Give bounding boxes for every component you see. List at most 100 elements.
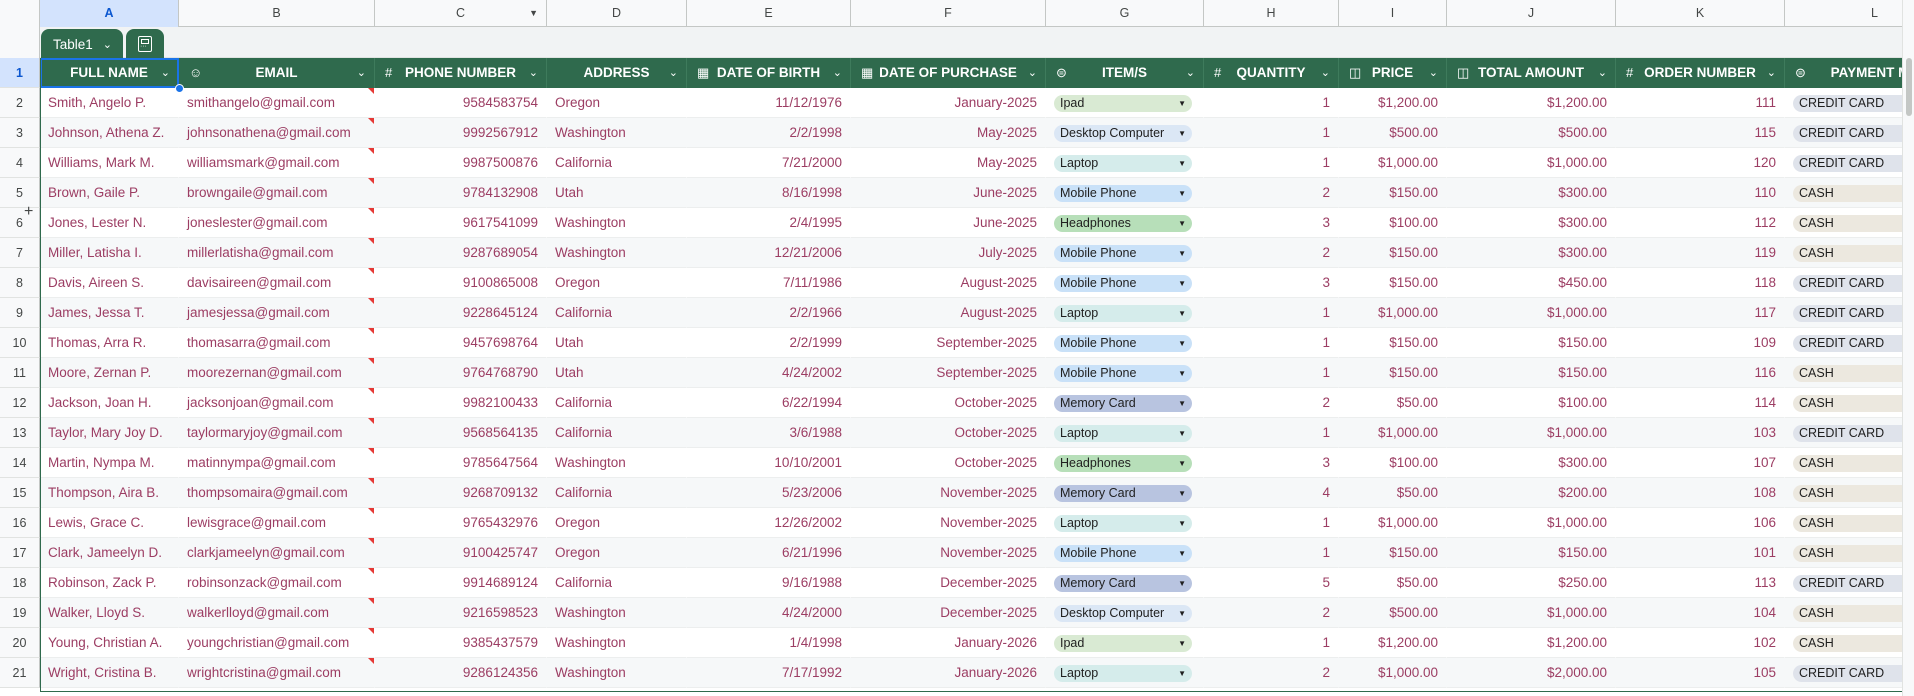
cell-dob[interactable]: 7/17/1992	[687, 658, 851, 688]
caret-down-icon[interactable]: ▼	[1178, 605, 1186, 622]
cell-dop[interactable]: November-2025	[851, 538, 1046, 568]
cell-dop[interactable]: May-2025	[851, 118, 1046, 148]
caret-down-icon[interactable]: ▼	[1178, 635, 1186, 652]
cell-dob[interactable]: 12/26/2002	[687, 508, 851, 538]
cell-item[interactable]: Memory Card ▼	[1046, 388, 1204, 418]
cell-price[interactable]: $150.00	[1339, 238, 1447, 268]
cell-email[interactable]: wrightcristina@gmail.com	[179, 658, 375, 688]
cell-dob[interactable]: 5/23/2006	[687, 478, 851, 508]
caret-down-icon[interactable]: ▼	[1178, 665, 1186, 682]
cell-price[interactable]: $100.00	[1339, 448, 1447, 478]
cell-address[interactable]: Washington	[547, 448, 687, 478]
cell-dop[interactable]: August-2025	[851, 268, 1046, 298]
cell-qty[interactable]: 2	[1204, 658, 1339, 688]
cell-dop[interactable]: September-2025	[851, 358, 1046, 388]
payment-method-chip[interactable]: CREDIT CARD	[1793, 664, 1902, 682]
row-number[interactable]: 17	[0, 538, 40, 568]
cell-phone[interactable]: 9914689124	[375, 568, 547, 598]
cell-payment[interactable]: CASH	[1785, 238, 1902, 268]
payment-method-chip[interactable]: CASH	[1793, 214, 1902, 232]
cell-address[interactable]: Utah	[547, 358, 687, 388]
cell-total[interactable]: $1,000.00	[1447, 298, 1616, 328]
cell-address[interactable]: California	[547, 298, 687, 328]
comment-indicator-icon[interactable]	[368, 358, 374, 364]
comment-indicator-icon[interactable]	[368, 388, 374, 394]
cell-dob[interactable]: 11/12/1976	[687, 88, 851, 118]
cell-price[interactable]: $1,200.00	[1339, 628, 1447, 658]
row-number[interactable]: 20	[0, 628, 40, 658]
cell-item[interactable]: Mobile Phone ▼	[1046, 328, 1204, 358]
cell-name[interactable]: Walker, Lloyd S.	[40, 598, 179, 628]
payment-method-chip[interactable]: CREDIT CARD	[1793, 94, 1902, 112]
cell-name[interactable]: Miller, Latisha I.	[40, 238, 179, 268]
cell-price[interactable]: $150.00	[1339, 268, 1447, 298]
payment-method-chip[interactable]: CREDIT CARD	[1793, 154, 1902, 172]
cell-dop[interactable]: July-2025	[851, 238, 1046, 268]
cell-order[interactable]: 107	[1616, 448, 1785, 478]
cell-order[interactable]: 117	[1616, 298, 1785, 328]
item-dropdown-chip[interactable]: Memory Card ▼	[1054, 484, 1192, 502]
cell-address[interactable]: California	[547, 388, 687, 418]
cell-payment[interactable]: CREDIT CARD	[1785, 658, 1902, 688]
cell-order[interactable]: 102	[1616, 628, 1785, 658]
cell-total[interactable]: $300.00	[1447, 238, 1616, 268]
cell-dop[interactable]: December-2025	[851, 568, 1046, 598]
cell-total[interactable]: $150.00	[1447, 358, 1616, 388]
column-header-cell[interactable]: ADDRESS ⌄	[547, 58, 687, 88]
vertical-scrollbar[interactable]	[1902, 0, 1914, 696]
comment-indicator-icon[interactable]	[368, 598, 374, 604]
payment-method-chip[interactable]: CASH	[1793, 634, 1902, 652]
cell-order[interactable]: 106	[1616, 508, 1785, 538]
cell-dob[interactable]: 10/10/2001	[687, 448, 851, 478]
column-letter-b[interactable]: B	[179, 0, 375, 27]
chevron-down-icon[interactable]: ⌄	[833, 58, 842, 88]
item-dropdown-chip[interactable]: Mobile Phone ▼	[1054, 334, 1192, 352]
item-dropdown-chip[interactable]: Ipad ▼	[1054, 634, 1192, 652]
cell-order[interactable]: 114	[1616, 388, 1785, 418]
cell-name[interactable]: Jones, Lester N.	[40, 208, 179, 238]
column-header-cell[interactable]: ⊜ ITEM/S ⌄	[1046, 58, 1204, 88]
comment-indicator-icon[interactable]	[368, 418, 374, 424]
column-header-cell[interactable]: ⊜ PAYMENT ME	[1785, 58, 1902, 88]
cell-name[interactable]: Martin, Nympa M.	[40, 448, 179, 478]
cell-payment[interactable]: CASH	[1785, 538, 1902, 568]
cell-dob[interactable]: 4/24/2000	[687, 598, 851, 628]
item-dropdown-chip[interactable]: Memory Card ▼	[1054, 574, 1192, 592]
cell-payment[interactable]: CREDIT CARD	[1785, 118, 1902, 148]
cell-dop[interactable]: November-2025	[851, 478, 1046, 508]
cell-name[interactable]: Brown, Gaile P.	[40, 178, 179, 208]
cell-price[interactable]: $150.00	[1339, 538, 1447, 568]
cell-phone[interactable]: 9765432976	[375, 508, 547, 538]
row-number[interactable]: 12	[0, 388, 40, 418]
column-header-cell[interactable]: FULL NAME ⌄	[40, 58, 179, 88]
chevron-down-icon[interactable]: ⌄	[529, 58, 538, 88]
item-dropdown-chip[interactable]: Memory Card ▼	[1054, 394, 1192, 412]
comment-indicator-icon[interactable]	[368, 328, 374, 334]
comment-indicator-icon[interactable]	[368, 448, 374, 454]
cell-phone[interactable]: 9584583754	[375, 88, 547, 118]
cell-price[interactable]: $500.00	[1339, 598, 1447, 628]
comment-indicator-icon[interactable]	[368, 178, 374, 184]
cell-name[interactable]: Taylor, Mary Joy D.	[40, 418, 179, 448]
cell-address[interactable]: Oregon	[547, 508, 687, 538]
item-dropdown-chip[interactable]: Laptop ▼	[1054, 304, 1192, 322]
cell-order[interactable]: 105	[1616, 658, 1785, 688]
cell-dob[interactable]: 6/22/1994	[687, 388, 851, 418]
cell-price[interactable]: $1,000.00	[1339, 148, 1447, 178]
cell-email[interactable]: jacksonjoan@gmail.com	[179, 388, 375, 418]
cell-email[interactable]: moorezernan@gmail.com	[179, 358, 375, 388]
cell-qty[interactable]: 1	[1204, 148, 1339, 178]
row-number[interactable]: 10	[0, 328, 40, 358]
chevron-down-icon[interactable]: ⌄	[1321, 58, 1330, 88]
column-letter-c[interactable]: C ▼	[375, 0, 547, 27]
cell-address[interactable]: Washington	[547, 238, 687, 268]
cell-phone[interactable]: 9785647564	[375, 448, 547, 478]
cell-price[interactable]: $500.00	[1339, 118, 1447, 148]
cell-order[interactable]: 108	[1616, 478, 1785, 508]
cell-order[interactable]: 119	[1616, 238, 1785, 268]
cell-name[interactable]: Thomas, Arra R.	[40, 328, 179, 358]
caret-down-icon[interactable]: ▼	[1178, 575, 1186, 592]
cell-name[interactable]: Davis, Aireen S.	[40, 268, 179, 298]
cell-phone[interactable]: 9982100433	[375, 388, 547, 418]
column-letter-a[interactable]: A	[40, 0, 179, 27]
